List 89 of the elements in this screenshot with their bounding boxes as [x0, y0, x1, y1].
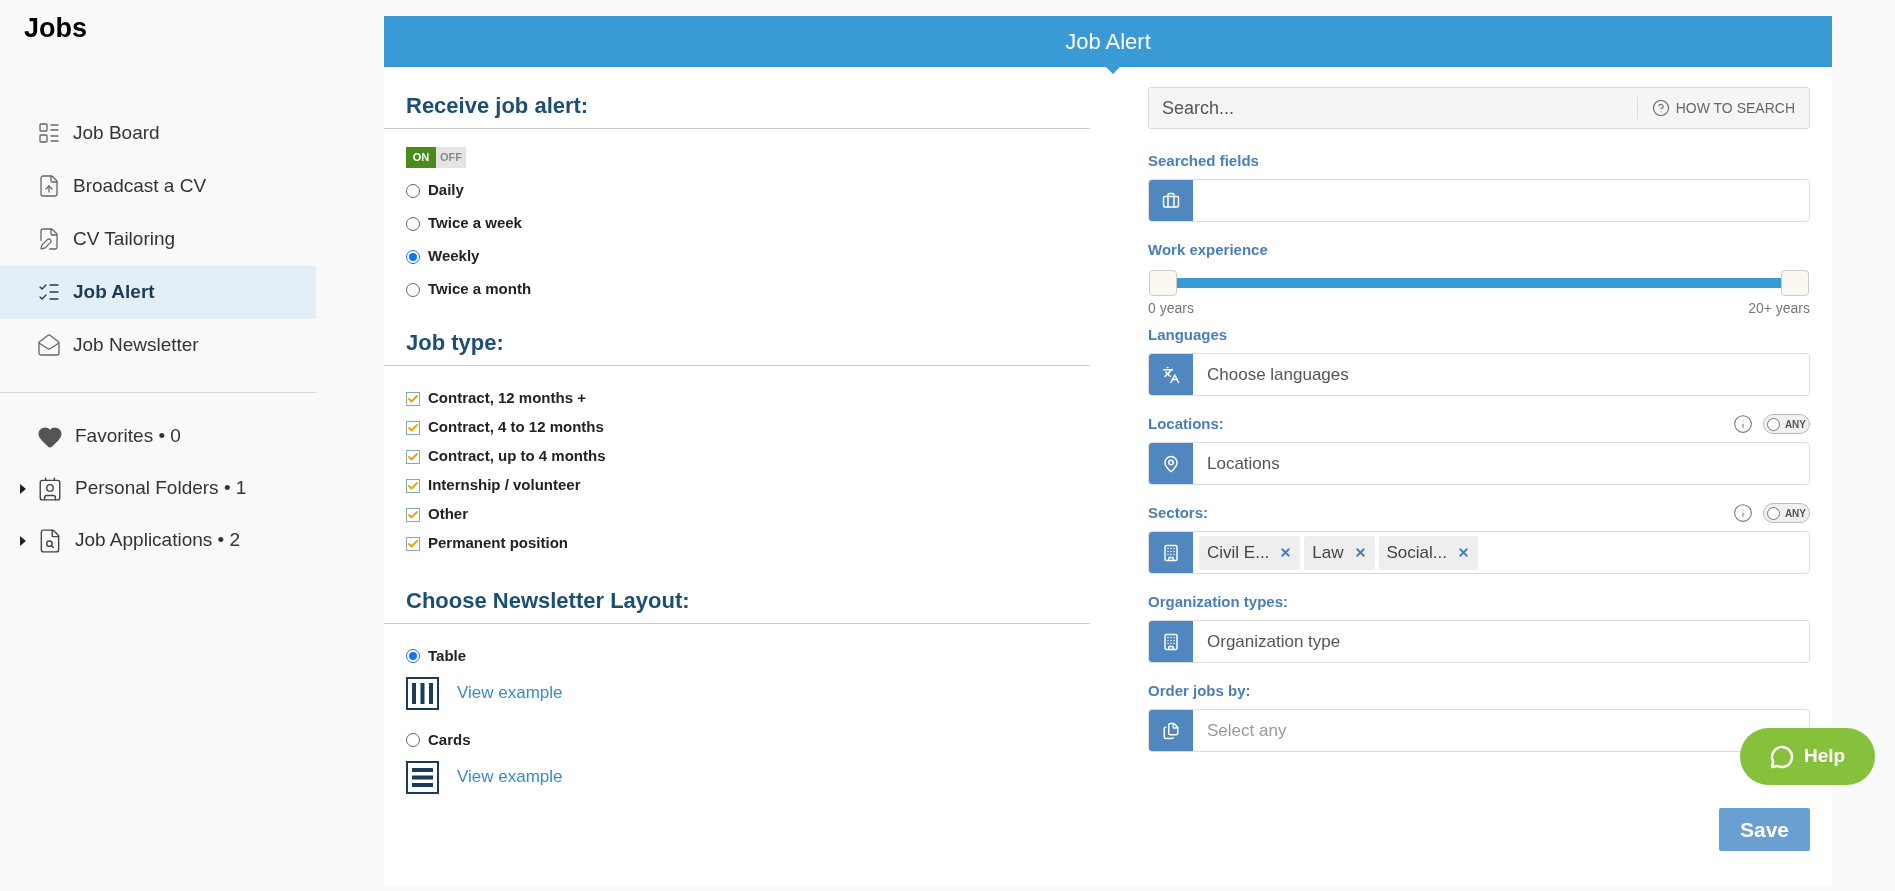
checkbox-label: Contract, up to 4 months: [428, 446, 606, 467]
select-field[interactable]: [1148, 179, 1810, 222]
info-icon[interactable]: [1732, 414, 1753, 434]
columns-icon: [406, 676, 439, 710]
sidebar-item[interactable]: Favorites • 0: [0, 410, 316, 463]
remove-icon[interactable]: [1457, 546, 1470, 559]
slider-thumb[interactable]: [1149, 270, 1177, 296]
section-heading: Job type:: [406, 330, 504, 355]
map-pin-icon: [1149, 443, 1193, 484]
sidebar-item[interactable]: CV Tailoring: [0, 212, 316, 266]
checkbox[interactable]: [406, 507, 420, 522]
remove-icon[interactable]: [1353, 546, 1367, 559]
checkbox-label: Internship / volunteer: [428, 475, 581, 496]
select-field[interactable]: Civil E... Law Social...: [1148, 531, 1810, 574]
range-min-label: 0 years: [1148, 299, 1194, 318]
radio-label: Twice a month: [428, 279, 532, 300]
field-label: Sectors:: [1148, 502, 1209, 523]
radio-button[interactable]: [406, 183, 420, 198]
view-example-link[interactable]: View example: [457, 680, 563, 706]
checkbox-label: Contract, 12 months +: [428, 388, 586, 409]
field-label: Organization types:: [1148, 591, 1289, 612]
document-upload-icon: [37, 174, 61, 198]
remove-icon[interactable]: [1279, 546, 1293, 559]
radio-button[interactable]: [406, 216, 420, 231]
radio-button[interactable]: [406, 649, 420, 663]
documents-icon: [1149, 710, 1193, 751]
checkbox[interactable]: [406, 536, 420, 551]
help-icon: [1651, 99, 1670, 117]
building-icon: [1149, 532, 1193, 573]
checkbox[interactable]: [406, 391, 420, 406]
expand-caret-icon[interactable]: [19, 483, 26, 494]
sidebar-item[interactable]: Personal Folders • 1: [0, 462, 316, 515]
sidebar-item[interactable]: Broadcast a CV: [0, 159, 316, 213]
header-pointer: [1106, 67, 1120, 74]
radio-button[interactable]: [406, 249, 420, 264]
any-toggle[interactable]: ANY: [1762, 414, 1810, 434]
checkbox[interactable]: [406, 478, 420, 493]
sidebar-item[interactable]: Job Alert: [0, 265, 316, 319]
range-max-label: 20+ years: [1748, 299, 1810, 318]
field-label: Locations:: [1148, 413, 1224, 434]
sidebar-item[interactable]: Job Board: [0, 106, 316, 160]
radio-label: Daily: [428, 180, 464, 201]
slider-thumb[interactable]: [1781, 270, 1809, 296]
grid-list-icon: [37, 121, 61, 145]
sector-tag[interactable]: Social...: [1378, 535, 1478, 570]
field-label: Order jobs by:: [1148, 680, 1251, 701]
checkbox-label: Permanent position: [428, 533, 569, 554]
info-icon[interactable]: [1732, 503, 1753, 523]
radio-label: Twice a week: [428, 213, 522, 234]
section-heading: Choose Newsletter Layout:: [406, 588, 690, 613]
checkbox[interactable]: [406, 449, 420, 464]
envelope-icon: [37, 333, 61, 357]
select-field[interactable]: Locations: [1148, 442, 1810, 485]
sidebar-item[interactable]: Job Applications • 2: [0, 514, 316, 567]
any-toggle[interactable]: ANY: [1762, 503, 1810, 523]
radio-label: Cards: [428, 729, 471, 750]
contact-card-icon: [37, 475, 63, 502]
field-placeholder: Select any: [1206, 719, 1287, 742]
field-placeholder: Organization type: [1206, 630, 1341, 653]
checkbox-label: Contract, 4 to 12 months: [428, 417, 604, 438]
field-placeholder: Choose languages: [1206, 363, 1349, 386]
languages-icon: [1149, 354, 1193, 395]
panel-header: Job Alert: [384, 16, 1832, 67]
document-pen-icon: [37, 227, 61, 251]
sector-tag[interactable]: Law: [1304, 535, 1375, 570]
checkbox[interactable]: [406, 420, 420, 435]
radio-label: Table: [428, 645, 467, 666]
radio-button[interactable]: [406, 282, 420, 297]
radio-label: Weekly: [428, 246, 480, 267]
briefcase-icon: [1149, 180, 1193, 221]
view-example-link[interactable]: View example: [457, 764, 563, 790]
expand-caret-icon[interactable]: [19, 535, 26, 546]
chat-bubble-icon: [1769, 744, 1794, 769]
field-label: Work experience: [1148, 239, 1268, 260]
sector-tag[interactable]: Civil E...: [1199, 535, 1301, 570]
building-icon: [1149, 621, 1193, 662]
field-placeholder: Locations: [1206, 452, 1280, 475]
rows-icon: [406, 760, 439, 794]
page-title: Jobs: [24, 12, 89, 45]
field-label: Languages: [1148, 324, 1228, 345]
section-heading: Receive job alert:: [406, 93, 589, 118]
how-to-search-link[interactable]: HOW TO SEARCH: [1637, 97, 1809, 119]
checkbox-label: Other: [428, 504, 468, 525]
field-label: Searched fields: [1148, 150, 1259, 171]
search-field[interactable]: Search... HOW TO SEARCH: [1148, 87, 1810, 129]
sidebar-item[interactable]: Job Newsletter: [0, 318, 316, 372]
radio-button[interactable]: [406, 733, 420, 747]
select-field[interactable]: Organization type: [1148, 620, 1810, 663]
select-field[interactable]: Choose languages: [1148, 353, 1810, 396]
